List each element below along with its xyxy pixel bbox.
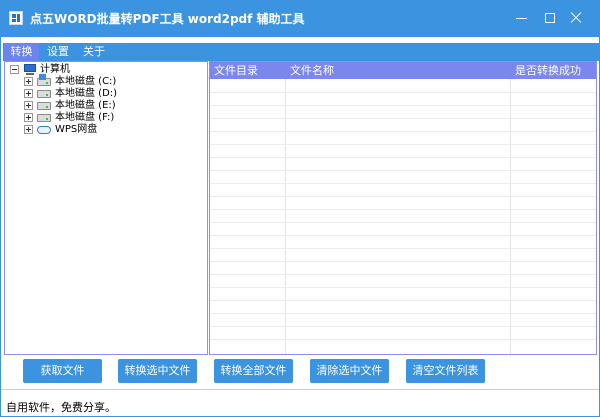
- file-list-header: 文件目录 文件名称 是否转换成功: [210, 62, 596, 79]
- convert-selected-button[interactable]: 转换选中文件: [118, 359, 197, 383]
- row-separator: [210, 222, 596, 223]
- drive-icon: [37, 90, 51, 98]
- tab-convert[interactable]: 转换: [4, 43, 39, 61]
- row-separator: [210, 235, 596, 236]
- row-separator: [210, 157, 596, 158]
- tree-node-label: 本地磁盘 (F:): [55, 112, 115, 123]
- row-separator: [210, 196, 596, 197]
- tree-node-label: 本地磁盘 (C:): [55, 76, 117, 87]
- drive-icon: [37, 102, 51, 110]
- row-separator: [210, 274, 596, 275]
- minimize-icon: [516, 18, 527, 19]
- row-separator: [210, 105, 596, 106]
- get-files-button[interactable]: 获取文件: [23, 359, 102, 383]
- row-separator: [210, 326, 596, 327]
- system-drive-icon: [37, 74, 51, 86]
- expand-icon[interactable]: [24, 113, 33, 122]
- main-window: 转换 设置 关于 计算机 本地磁盘 (C:) 本地磁盘 (D:) 本地磁盘 (E…: [0, 37, 600, 417]
- row-separator: [210, 248, 596, 249]
- expand-icon[interactable]: [24, 89, 33, 98]
- close-button[interactable]: [566, 8, 586, 28]
- app-icon: [9, 11, 23, 25]
- clear-list-button[interactable]: 清空文件列表: [406, 359, 485, 383]
- computer-icon: [23, 64, 37, 75]
- row-separator: [210, 313, 596, 314]
- row-separator: [210, 183, 596, 184]
- tab-about[interactable]: 关于: [77, 43, 111, 61]
- drive-icon: [37, 114, 51, 122]
- maximize-button[interactable]: [540, 8, 560, 28]
- row-separator: [210, 144, 596, 145]
- tab-bar: 转换 设置 关于: [3, 43, 599, 61]
- tab-settings[interactable]: 设置: [41, 43, 75, 61]
- folder-tree[interactable]: 计算机 本地磁盘 (C:) 本地磁盘 (D:) 本地磁盘 (E:) 本地磁盘 (…: [4, 61, 208, 355]
- status-bar: 自用软件，免费分享。: [1, 389, 599, 416]
- row-separator: [210, 209, 596, 210]
- column-header-status[interactable]: 是否转换成功: [515, 62, 581, 79]
- row-separator: [210, 170, 596, 171]
- row-separator: [210, 300, 596, 301]
- column-header-directory[interactable]: 文件目录: [214, 62, 258, 79]
- clear-selected-button[interactable]: 清除选中文件: [310, 359, 389, 383]
- expand-icon[interactable]: [24, 125, 33, 134]
- status-text: 自用软件，免费分享。: [6, 401, 116, 414]
- tree-node-label: 本地磁盘 (E:): [55, 100, 116, 111]
- tree-node-label: 本地磁盘 (D:): [55, 88, 118, 99]
- cloud-drive-icon: [37, 126, 51, 134]
- row-separator: [210, 131, 596, 132]
- minimize-button[interactable]: [512, 8, 532, 28]
- title-bar: 点五WORD批量转PDF工具 word2pdf 辅助工具: [0, 0, 600, 37]
- row-separator: [210, 287, 596, 288]
- file-list[interactable]: 文件目录 文件名称 是否转换成功: [209, 61, 597, 355]
- collapse-icon[interactable]: [10, 65, 19, 74]
- row-separator: [210, 339, 596, 340]
- expand-icon[interactable]: [24, 77, 33, 86]
- row-separator: [210, 92, 596, 93]
- convert-all-button[interactable]: 转换全部文件: [214, 359, 293, 383]
- expand-icon[interactable]: [24, 101, 33, 110]
- row-separator: [210, 261, 596, 262]
- column-header-filename[interactable]: 文件名称: [290, 62, 334, 79]
- tree-node-label: WPS网盘: [55, 124, 98, 135]
- window-title: 点五WORD批量转PDF工具 word2pdf 辅助工具: [30, 12, 305, 26]
- row-separator: [210, 118, 596, 119]
- maximize-icon: [545, 13, 555, 23]
